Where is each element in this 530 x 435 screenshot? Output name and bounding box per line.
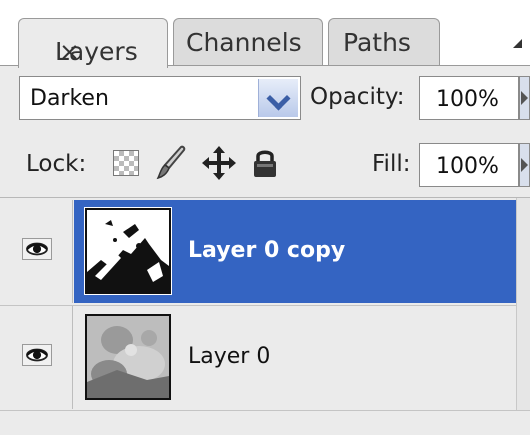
divider xyxy=(0,197,530,198)
lock-position-icon[interactable] xyxy=(200,144,238,182)
layer-row[interactable]: Layer 0 copy xyxy=(0,200,530,303)
tab-paths-label: Paths xyxy=(343,28,411,57)
lock-label: Lock: xyxy=(26,151,87,177)
layer-thumbnail xyxy=(85,208,171,294)
blend-mode-value: Darken xyxy=(30,86,109,111)
fill-input[interactable]: 100% xyxy=(419,143,519,187)
tab-layers[interactable]: Layers × xyxy=(18,18,168,68)
tab-paths[interactable]: Paths xyxy=(328,18,440,66)
layer-content-selected[interactable]: Layer 0 copy xyxy=(74,200,530,303)
layers-panel: Layers × Channels Paths Darken Opacity: 1… xyxy=(0,0,530,435)
visibility-toggle[interactable] xyxy=(0,200,73,303)
close-tab-icon[interactable]: × xyxy=(59,37,80,66)
lock-transparent-pixels-icon[interactable] xyxy=(113,150,139,176)
opacity-slider-arrow-icon[interactable] xyxy=(519,76,530,120)
scrollbar[interactable] xyxy=(516,198,530,410)
divider xyxy=(0,410,530,411)
opacity-input[interactable]: 100% xyxy=(419,76,519,120)
tab-channels-label: Channels xyxy=(186,28,302,57)
blend-mode-dropdown[interactable]: Darken xyxy=(19,76,301,120)
visibility-toggle[interactable] xyxy=(0,306,73,409)
tab-channels[interactable]: Channels xyxy=(173,18,323,66)
lock-all-icon[interactable] xyxy=(252,147,278,179)
eye-icon[interactable] xyxy=(22,344,52,366)
opacity-label: Opacity: xyxy=(310,84,405,110)
layer-row[interactable]: Layer 0 xyxy=(0,305,530,409)
layer-name: Layer 0 xyxy=(188,344,271,369)
eye-icon[interactable] xyxy=(22,238,52,260)
chevron-down-icon[interactable] xyxy=(258,79,298,117)
panel-menu-icon[interactable] xyxy=(508,30,524,50)
fill-slider-arrow-icon[interactable] xyxy=(519,143,530,187)
opacity-value: 100% xyxy=(436,87,499,112)
lock-image-pixels-icon[interactable] xyxy=(155,144,187,182)
fill-value: 100% xyxy=(436,154,499,179)
layer-thumbnail xyxy=(85,314,171,400)
fill-label: Fill: xyxy=(372,151,411,177)
tab-bar: Layers × Channels Paths xyxy=(0,0,530,68)
layer-content[interactable]: Layer 0 xyxy=(74,306,530,409)
layer-name: Layer 0 copy xyxy=(188,238,346,263)
